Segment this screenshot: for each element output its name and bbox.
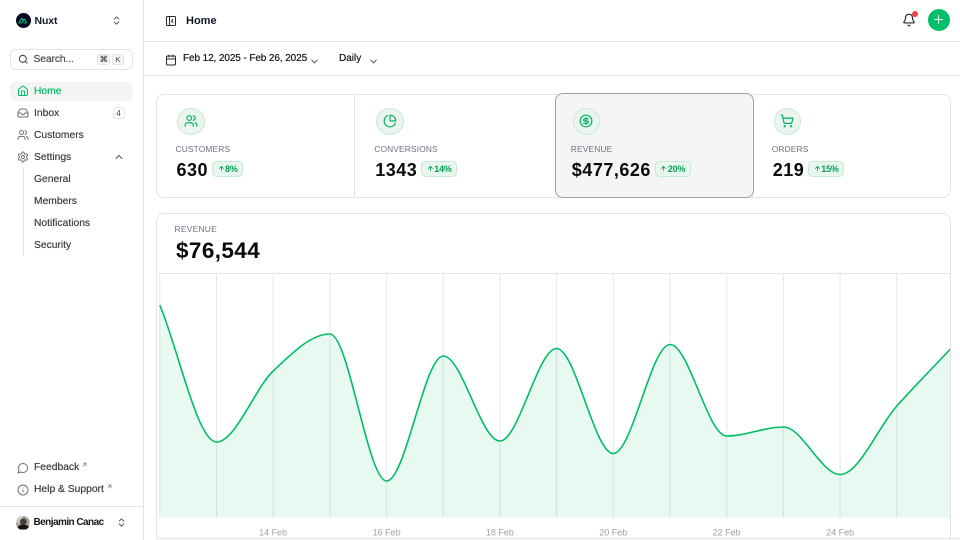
svg-text:20 Feb: 20 Feb [599, 528, 627, 538]
svg-text:18 Feb: 18 Feb [485, 528, 513, 538]
svg-text:14 Feb: 14 Feb [259, 528, 287, 538]
svg-text:24 Feb: 24 Feb [826, 528, 854, 538]
svg-text:22 Feb: 22 Feb [712, 528, 740, 538]
svg-text:16 Feb: 16 Feb [372, 528, 400, 538]
